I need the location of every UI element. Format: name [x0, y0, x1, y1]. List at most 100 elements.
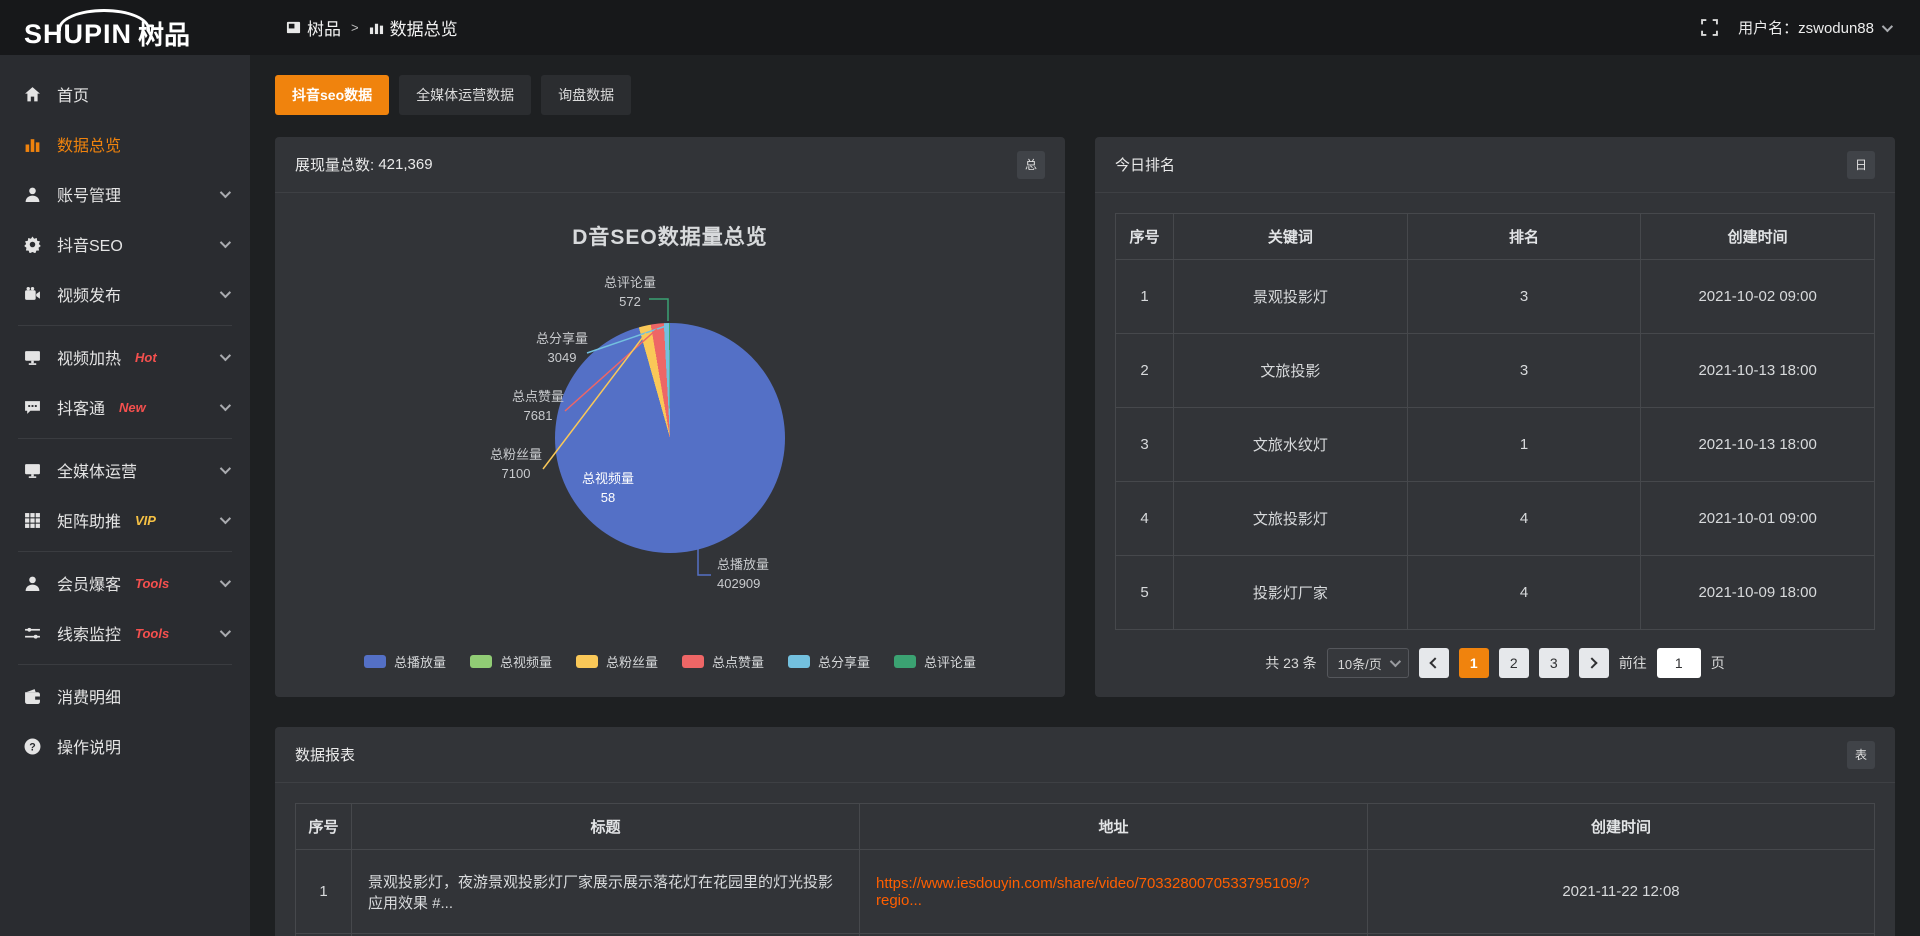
- chevron-down-icon: [220, 187, 231, 198]
- page-button-1[interactable]: 1: [1459, 648, 1489, 678]
- square-icon: [286, 20, 301, 35]
- home-icon: [22, 86, 42, 103]
- sidebar-divider: [18, 551, 232, 552]
- pagination: 共 23 条 10条/页 1 2 3 前往 页: [1115, 648, 1875, 678]
- ranking-card: 今日排名 日 序号 关键词 排名 创建时间: [1095, 137, 1895, 697]
- chevron-down-icon: [220, 237, 231, 248]
- page-button-3[interactable]: 3: [1539, 648, 1569, 678]
- legend-swatch: [576, 655, 598, 668]
- sidebar-item-consumption[interactable]: 消费明细: [0, 671, 250, 721]
- page-size-select[interactable]: 10条/页: [1327, 648, 1409, 678]
- chevron-down-icon: [220, 513, 231, 524]
- column-header: 关键词: [1174, 214, 1408, 260]
- sidebar-item-video-heat[interactable]: 视频加热 Hot: [0, 332, 250, 382]
- topbar-right: 用户名：zswodun88: [1701, 17, 1920, 38]
- sidebar: 首页 数据总览 账号管理 抖音SEO 视频发布 视频加热 Hot 抖客通 New…: [0, 55, 250, 936]
- user-menu[interactable]: 用户名：zswodun88: [1738, 17, 1890, 38]
- column-header: 序号: [1116, 214, 1174, 260]
- table-row: 1 景观投影灯，夜游景观投影灯厂家展示展示落花灯在花园里的灯光投影应用效果 #.…: [296, 850, 1875, 934]
- table-row: 1景观投影灯32021-10-02 09:00: [1116, 260, 1875, 334]
- chevron-down-icon: [220, 576, 231, 587]
- page-button-2[interactable]: 2: [1499, 648, 1529, 678]
- pie-label-videos: 总视频量58: [573, 469, 643, 507]
- legend-item-videos[interactable]: 总视频量: [470, 652, 552, 671]
- column-header: 创建时间: [1641, 214, 1875, 260]
- sidebar-item-label: 抖音SEO: [57, 232, 123, 256]
- day-badge-button[interactable]: 日: [1847, 151, 1875, 179]
- row-index: 1: [296, 850, 352, 934]
- overview-card: 展现量总数: 421,369 总 D音SEO数据量总览 总评论量572: [275, 137, 1065, 697]
- monitor-icon: [22, 462, 42, 479]
- sidebar-item-data-overview[interactable]: 数据总览: [0, 119, 250, 169]
- table-row: 4文旅投影灯42021-10-01 09:00: [1116, 482, 1875, 556]
- sidebar-item-label: 全媒体运营: [57, 458, 137, 482]
- breadcrumb-current[interactable]: 数据总览: [369, 15, 458, 40]
- table-row: 2文旅投影32021-10-13 18:00: [1116, 334, 1875, 408]
- sidebar-item-home[interactable]: 首页: [0, 69, 250, 119]
- report-card-title: 数据报表: [295, 744, 355, 765]
- legend-item-fans[interactable]: 总粉丝量: [576, 652, 658, 671]
- tab-inquiry-data[interactable]: 询盘数据: [541, 75, 631, 115]
- legend-item-comments[interactable]: 总评论量: [894, 652, 976, 671]
- tab-douyin-seo-data[interactable]: 抖音seo数据: [275, 75, 389, 115]
- next-page-button[interactable]: [1579, 648, 1609, 678]
- sidebar-item-douketong[interactable]: 抖客通 New: [0, 382, 250, 432]
- video-url-link[interactable]: https://www.iesdouyin.com/share/video/70…: [876, 875, 1351, 909]
- table-header-row: 序号 关键词 排名 创建时间: [1116, 214, 1875, 260]
- svg-text:?: ?: [29, 741, 35, 753]
- sidebar-item-lead-monitor[interactable]: 线索监控 Tools: [0, 608, 250, 658]
- chevron-down-icon: [1882, 20, 1893, 31]
- screen-icon: [22, 349, 42, 366]
- member-icon: [22, 575, 42, 592]
- main-content: 抖音seo数据 全媒体运营数据 询盘数据 展现量总数: 421,369 总 D音…: [250, 55, 1920, 936]
- question-icon: ?: [22, 738, 42, 755]
- sidebar-item-label: 会员爆客: [57, 571, 121, 595]
- sidebar-item-label: 首页: [57, 82, 89, 106]
- grid-icon: [22, 512, 42, 529]
- sidebar-item-help[interactable]: ? 操作说明: [0, 721, 250, 771]
- sidebar-item-media-ops[interactable]: 全媒体运营: [0, 445, 250, 495]
- tab-media-ops-data[interactable]: 全媒体运营数据: [399, 75, 531, 115]
- legend-item-plays[interactable]: 总播放量: [364, 652, 446, 671]
- app-logo: SHUPIN 树品: [0, 7, 250, 48]
- legend-item-likes[interactable]: 总点赞量: [682, 652, 764, 671]
- chat-icon: [22, 399, 42, 416]
- pie-label-plays: 总播放量402909: [717, 555, 807, 593]
- sidebar-item-douyin-seo[interactable]: 抖音SEO: [0, 219, 250, 269]
- legend-swatch: [470, 655, 492, 668]
- ranking-table: 序号 关键词 排名 创建时间 1景观投影灯32021-10-02 09:00 2…: [1115, 213, 1875, 630]
- legend-swatch: [364, 655, 386, 668]
- sidebar-divider: [18, 325, 232, 326]
- goto-page-input[interactable]: [1657, 648, 1701, 678]
- bar-chart-icon: [369, 20, 384, 35]
- sidebar-item-matrix-boost[interactable]: 矩阵助推 VIP: [0, 495, 250, 545]
- chevron-down-icon: [220, 626, 231, 637]
- sidebar-item-member-burst[interactable]: 会员爆客 Tools: [0, 558, 250, 608]
- column-header: 排名: [1407, 214, 1641, 260]
- new-tag: New: [119, 400, 146, 415]
- legend-item-shares[interactable]: 总分享量: [788, 652, 870, 671]
- sidebar-divider: [18, 438, 232, 439]
- pie-label-comments: 总评论量572: [595, 273, 665, 311]
- sidebar-item-label: 矩阵助推: [57, 508, 121, 532]
- sidebar-item-label: 视频加热: [57, 345, 121, 369]
- user-icon: [22, 186, 42, 203]
- pagination-total: 共 23 条: [1265, 653, 1316, 673]
- impressions-total: 421,369: [378, 156, 432, 173]
- sidebar-item-account[interactable]: 账号管理: [0, 169, 250, 219]
- report-card: 数据报表 表 序号 标题 地址 创建时间 1 景观投影灯，夜游景观投影灯: [275, 727, 1895, 936]
- table-header-row: 序号 标题 地址 创建时间: [296, 804, 1875, 850]
- column-header: 序号: [296, 804, 352, 850]
- total-badge-button[interactable]: 总: [1017, 151, 1045, 179]
- top-header: SHUPIN 树品 树品 > 数据总览 用户名：zswodun88: [0, 0, 1920, 55]
- sidebar-item-video-publish[interactable]: 视频发布: [0, 269, 250, 319]
- breadcrumb-root[interactable]: 树品: [286, 15, 341, 40]
- prev-page-button[interactable]: [1419, 648, 1449, 678]
- created-time-cell: 2021-11-22 12:08: [1368, 850, 1875, 934]
- legend-swatch: [788, 655, 810, 668]
- tools-tag: Tools: [135, 576, 169, 591]
- goto-unit-label: 页: [1711, 653, 1725, 673]
- pie-label-shares: 总分享量3049: [527, 329, 597, 367]
- fullscreen-icon[interactable]: [1701, 19, 1718, 36]
- table-badge-button[interactable]: 表: [1847, 741, 1875, 769]
